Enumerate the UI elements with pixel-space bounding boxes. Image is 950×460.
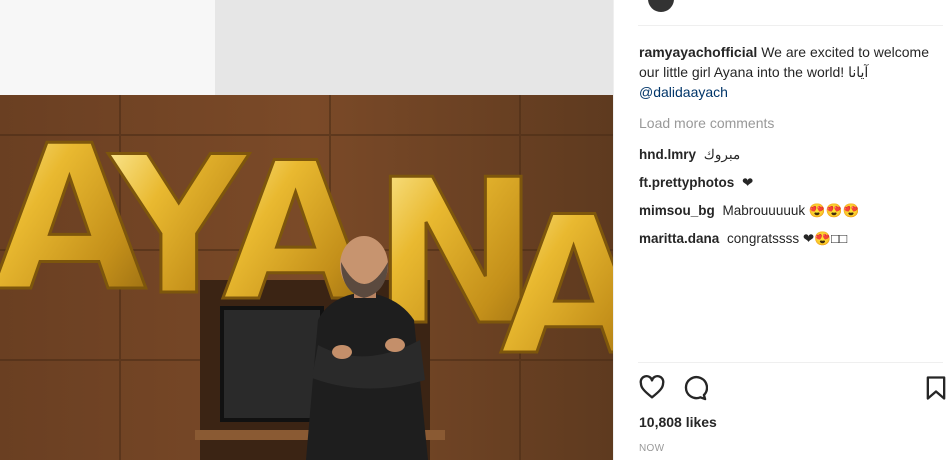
heart-icon[interactable] [638, 374, 666, 402]
caption-mention[interactable]: @dalidaayach [639, 82, 939, 102]
comment-text: ❤ [742, 175, 754, 190]
bookmark-icon[interactable] [922, 374, 950, 402]
divider [638, 362, 943, 363]
caption-username[interactable]: ramyayachofficial [639, 44, 757, 60]
post-side-panel: ramyayachofficial We are excited to welc… [613, 0, 950, 460]
comment-username[interactable]: mimsou_bg [639, 203, 715, 218]
post-actions [638, 374, 946, 404]
divider [638, 25, 943, 26]
comment: mimsou_bg Mabrouuuuuk 😍😍😍 [639, 203, 859, 219]
comment: ft.prettyphotos ❤ [639, 175, 753, 191]
comment: hnd.lmry مبروك [639, 147, 740, 163]
comment: maritta.dana congratssss ❤😍□□ [639, 231, 847, 247]
comment-username[interactable]: ft.prettyphotos [639, 175, 734, 190]
comment-text: congratssss ❤😍□□ [727, 231, 848, 246]
speech-bubble-icon[interactable] [680, 374, 709, 402]
likes-count[interactable]: 10,808 likes [639, 414, 717, 430]
comment-username[interactable]: maritta.dana [639, 231, 719, 246]
load-more-comments-link[interactable]: Load more comments [639, 115, 774, 131]
post-photo[interactable]: A Y A N A [0, 0, 613, 460]
comment-username[interactable]: hnd.lmry [639, 147, 696, 162]
post-caption: ramyayachofficial We are excited to welc… [639, 42, 939, 102]
comment-text: Mabrouuuuuk 😍😍😍 [722, 203, 860, 218]
balloon-letter-a3: A [500, 176, 613, 397]
post-timestamp: NOW [639, 443, 665, 454]
avatar[interactable] [648, 0, 674, 12]
comment-text: مبروك [703, 147, 741, 162]
